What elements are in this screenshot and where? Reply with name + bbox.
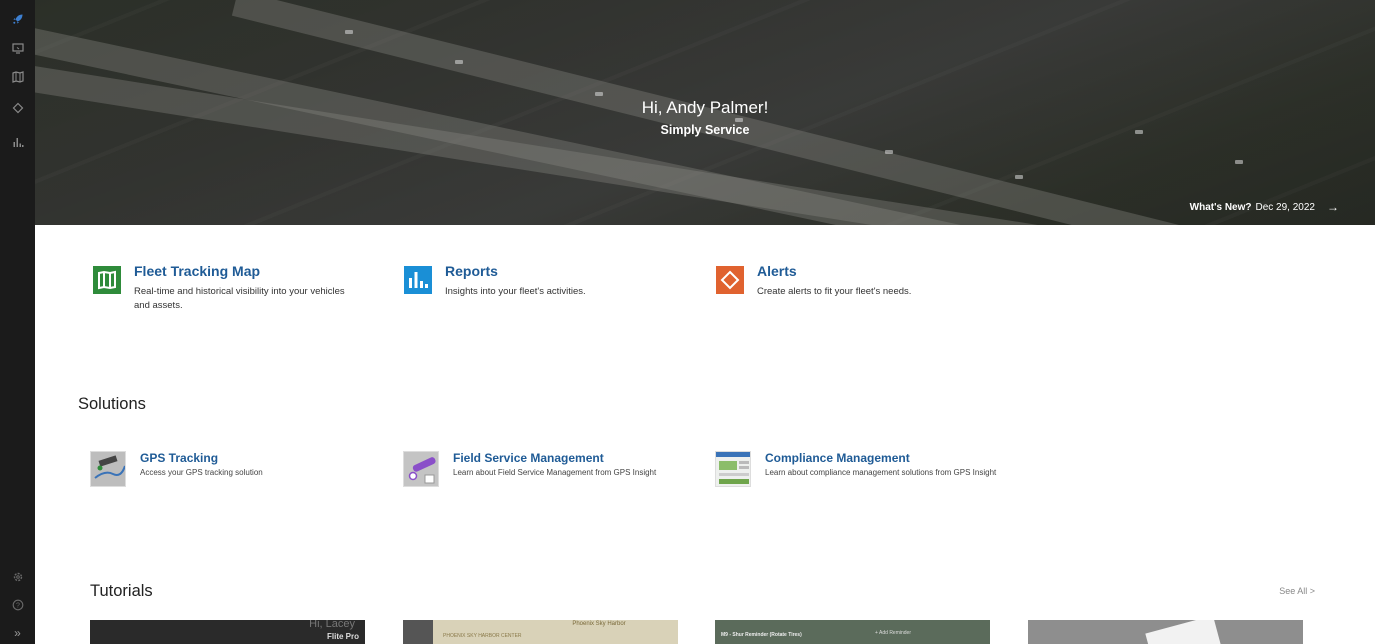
bar-chart-icon bbox=[403, 265, 433, 295]
alert-tag-icon[interactable] bbox=[0, 97, 35, 119]
feature-text: Alerts Create alerts to fit your fleet's… bbox=[757, 263, 977, 299]
solution-text: Field Service Management Learn about Fie… bbox=[453, 451, 693, 487]
left-sidebar: ? » bbox=[0, 0, 35, 644]
solution-description: Learn about compliance management soluti… bbox=[765, 468, 997, 477]
expand-icon: » bbox=[14, 626, 21, 640]
tutorial-card-text: Phoenix Sky Harbor bbox=[572, 621, 626, 627]
tutorial-card[interactable] bbox=[1028, 620, 1303, 644]
feature-title[interactable]: Reports bbox=[445, 263, 665, 279]
feature-description: Insights into your fleet's activities. bbox=[445, 286, 586, 297]
map-icon[interactable] bbox=[0, 66, 35, 88]
help-icon[interactable]: ? bbox=[0, 594, 35, 616]
whats-new-date: Dec 29, 2022 bbox=[1255, 201, 1316, 213]
solution-title[interactable]: Field Service Management bbox=[453, 451, 693, 465]
hero-car bbox=[735, 118, 743, 122]
feature-alerts[interactable]: Alerts Create alerts to fit your fleet's… bbox=[715, 263, 977, 299]
solution-title[interactable]: GPS Tracking bbox=[140, 451, 380, 465]
tutorial-card-text: Flite Pro bbox=[326, 632, 359, 641]
compliance-thumbnail bbox=[715, 451, 751, 487]
solution-title[interactable]: Compliance Management bbox=[765, 451, 1005, 465]
see-all-link[interactable]: See All > bbox=[1279, 586, 1315, 596]
tutorial-card[interactable]: Hi, Lacey Flite Pro bbox=[90, 620, 365, 644]
hero-car bbox=[1015, 175, 1023, 179]
feature-title[interactable]: Fleet Tracking Map bbox=[134, 263, 354, 279]
hero-car bbox=[595, 92, 603, 96]
feature-text: Reports Insights into your fleet's activ… bbox=[445, 263, 665, 299]
tutorial-card-text: + Add Reminder bbox=[875, 630, 911, 636]
solution-description: Access your GPS tracking solution bbox=[140, 468, 263, 477]
solution-gps-tracking[interactable]: GPS Tracking Access your GPS tracking so… bbox=[90, 451, 380, 487]
whats-new-link[interactable]: What's New? Dec 29, 2022 → bbox=[1190, 200, 1339, 214]
solution-description: Learn about Field Service Management fro… bbox=[453, 468, 657, 477]
solution-text: Compliance Management Learn about compli… bbox=[765, 451, 1005, 487]
rocket-icon[interactable] bbox=[0, 8, 35, 30]
feature-reports[interactable]: Reports Insights into your fleet's activ… bbox=[403, 263, 665, 299]
whats-new-label: What's New? bbox=[1189, 201, 1252, 213]
feature-description: Create alerts to fit your fleet's needs. bbox=[757, 286, 912, 297]
company-name: Simply Service bbox=[660, 123, 750, 137]
tutorial-card[interactable]: Phoenix Sky Harbor PHOENIX SKY HARBOR CE… bbox=[403, 620, 678, 644]
hero-car bbox=[345, 30, 353, 34]
expand-sidebar-button[interactable]: » bbox=[0, 622, 35, 644]
gps-tracking-thumbnail bbox=[90, 451, 126, 487]
feature-text: Fleet Tracking Map Real-time and histori… bbox=[134, 263, 354, 313]
solution-text: GPS Tracking Access your GPS tracking so… bbox=[140, 451, 380, 487]
tutorial-card-paper bbox=[1145, 620, 1221, 644]
svg-text:?: ? bbox=[16, 603, 20, 610]
tutorial-card-text: PHOENIX SKY HARBOR CENTER bbox=[443, 633, 522, 639]
solution-compliance-management[interactable]: Compliance Management Learn about compli… bbox=[715, 451, 1005, 487]
map-icon bbox=[92, 265, 122, 295]
tutorial-card-text: Hi, Lacey bbox=[309, 620, 355, 630]
tutorial-card-sidebar bbox=[403, 620, 433, 644]
hero-car bbox=[885, 150, 893, 154]
hero-car bbox=[1235, 160, 1243, 164]
alert-tag-icon bbox=[715, 265, 745, 295]
bar-chart-icon[interactable] bbox=[0, 131, 35, 153]
hero-banner: Hi, Andy Palmer! Simply Service What's N… bbox=[35, 0, 1375, 225]
field-service-thumbnail bbox=[403, 451, 439, 487]
feature-fleet-tracking-map[interactable]: Fleet Tracking Map Real-time and histori… bbox=[92, 263, 354, 313]
tutorials-heading: Tutorials bbox=[90, 582, 153, 600]
solution-field-service-management[interactable]: Field Service Management Learn about Fie… bbox=[403, 451, 693, 487]
solutions-heading: Solutions bbox=[78, 395, 146, 413]
tutorial-card[interactable]: M9 - Shur Reminder (Rotate Tires) + Add … bbox=[715, 620, 990, 644]
arrow-right-icon: → bbox=[1327, 200, 1339, 214]
app-root: ? » Hi, Andy Palmer! Simply Service What… bbox=[0, 0, 1375, 644]
tutorial-card-text: M9 - Shur Reminder (Rotate Tires) bbox=[721, 632, 802, 638]
greeting-title: Hi, Andy Palmer! bbox=[641, 98, 769, 117]
feature-title[interactable]: Alerts bbox=[757, 263, 977, 279]
gear-icon[interactable] bbox=[0, 566, 35, 588]
hero-car bbox=[455, 60, 463, 64]
feature-description: Real-time and historical visibility into… bbox=[134, 286, 345, 311]
monitor-icon[interactable] bbox=[0, 37, 35, 59]
